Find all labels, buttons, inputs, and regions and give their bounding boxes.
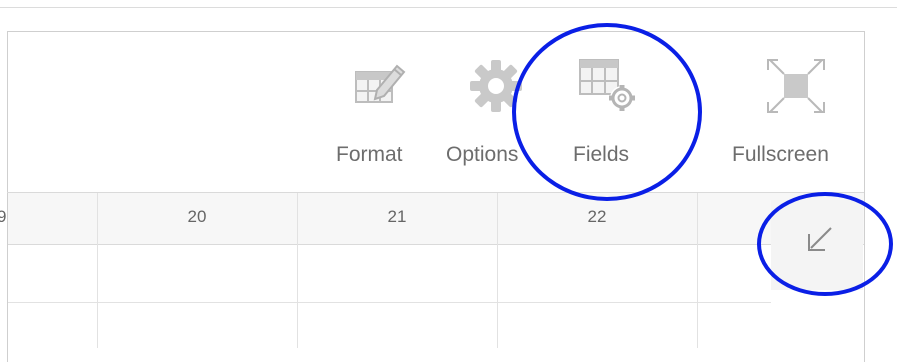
format-label: Format <box>336 143 403 166</box>
collapse-button[interactable] <box>771 200 863 290</box>
grid-column-divider <box>497 193 498 348</box>
fields-button[interactable]: Fields <box>560 31 660 191</box>
column-header-partial[interactable]: 9 <box>0 193 11 244</box>
fullscreen-label: Fullscreen <box>732 143 829 166</box>
gear-icon <box>466 56 526 117</box>
grid-column-divider <box>697 193 698 348</box>
grid-row-divider <box>7 302 771 303</box>
column-header-21[interactable]: 21 <box>297 193 497 244</box>
fullscreen-button[interactable]: Fullscreen <box>732 31 863 191</box>
fullscreen-icon <box>764 56 828 121</box>
arrow-down-left-icon <box>805 224 835 259</box>
fields-label: Fields <box>573 143 630 166</box>
format-icon <box>353 56 409 117</box>
top-divider <box>0 7 897 8</box>
grid-header: 9 20 21 22 <box>0 192 864 245</box>
grid-column-divider <box>97 193 98 348</box>
fields-icon <box>578 56 640 121</box>
format-button[interactable]: Format <box>336 31 431 191</box>
grid-left-border <box>7 193 8 348</box>
column-header-22[interactable]: 22 <box>497 193 697 244</box>
options-label: Options <box>446 143 519 166</box>
grid-column-divider <box>297 193 298 348</box>
options-button[interactable]: Options <box>446 31 546 191</box>
column-header-20[interactable]: 20 <box>97 193 297 244</box>
